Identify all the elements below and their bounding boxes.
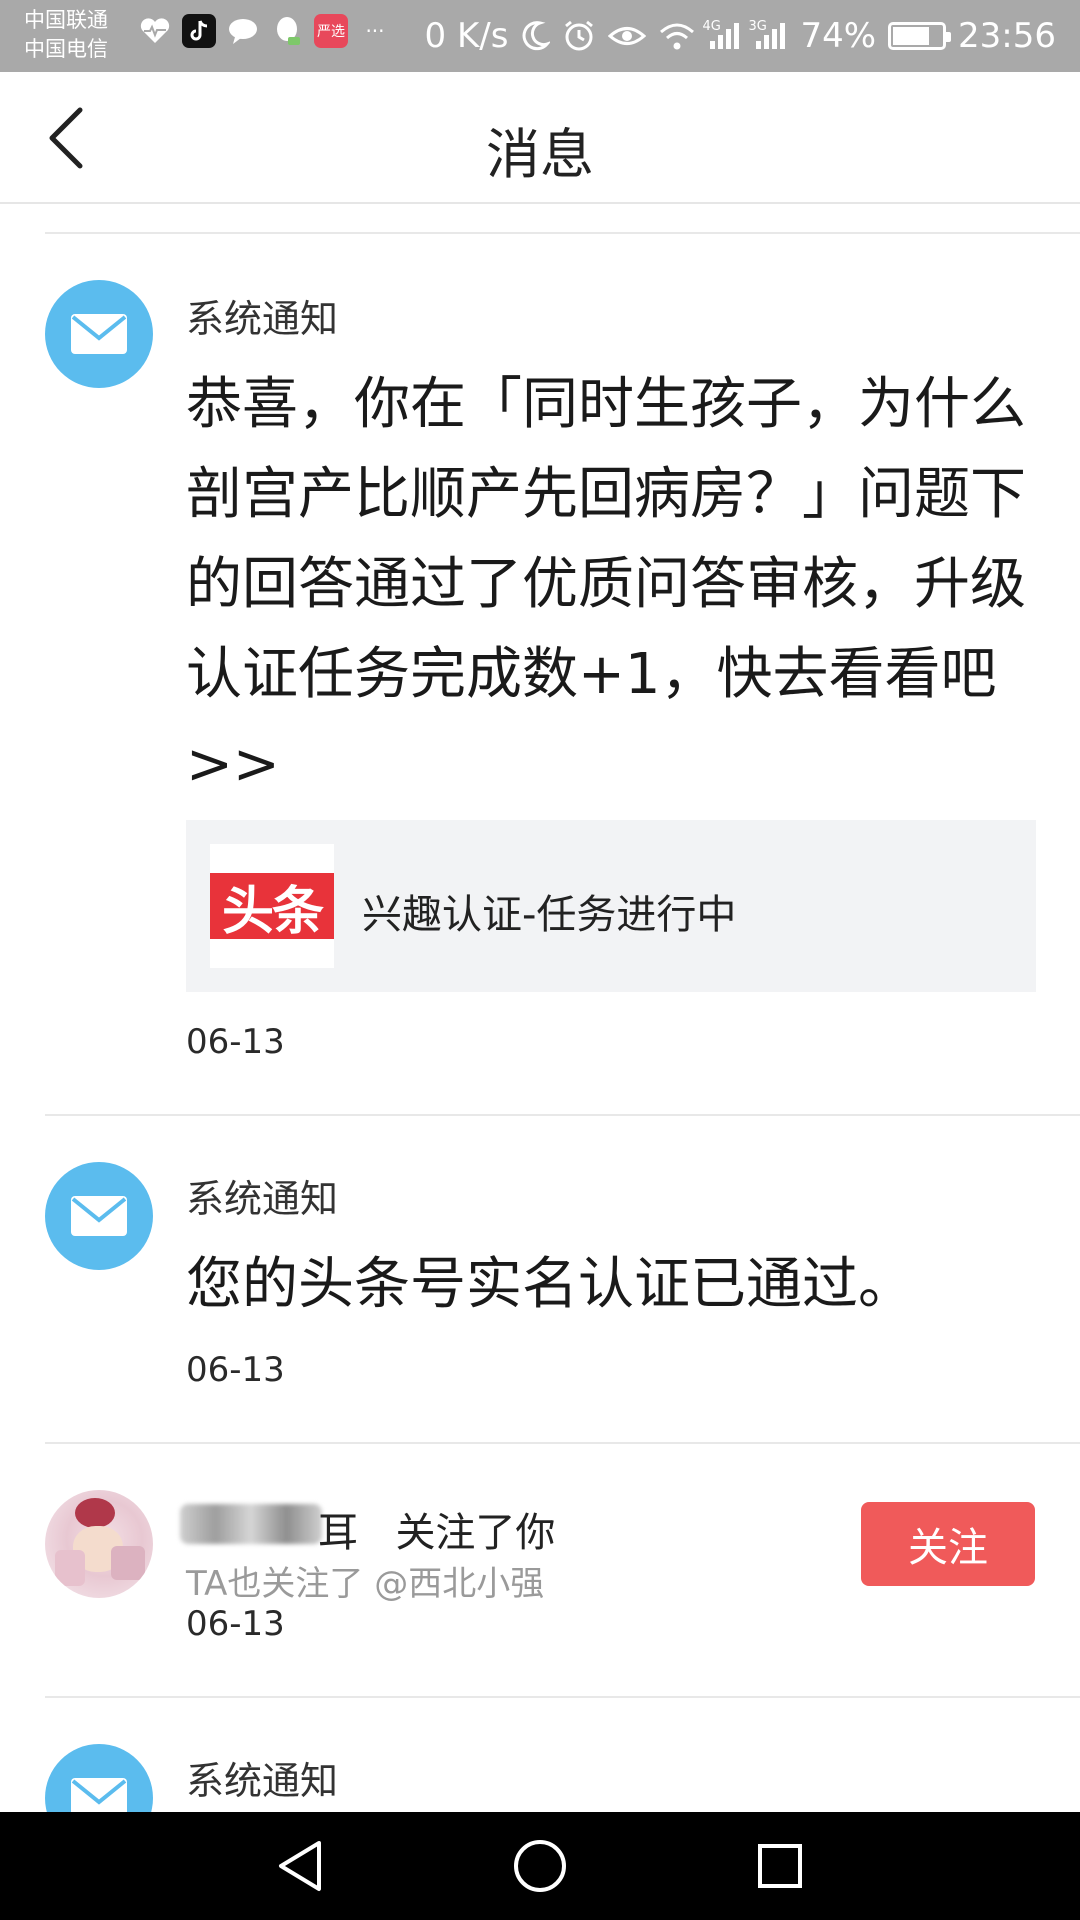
mutual-follow-text[interactable]: TA也关注了 @西北小强 bbox=[186, 1556, 544, 1605]
battery-icon bbox=[888, 22, 952, 50]
message-date: 06-13 bbox=[186, 1604, 285, 1644]
signal-4g: 4G bbox=[702, 19, 742, 51]
yanxuan-label: 严选 bbox=[317, 24, 345, 40]
navigation-bar bbox=[0, 1812, 1080, 1920]
moon-icon bbox=[522, 21, 551, 51]
heart-pulse-icon bbox=[138, 14, 172, 48]
message-list[interactable]: 系统通知 恭喜，你在「同时生孩子，为什么剖宫产比顺产先回病房？」问题下的回答通过… bbox=[0, 204, 1080, 1812]
circle-home-icon bbox=[514, 1840, 566, 1892]
notification-icons: 严选 ··· bbox=[138, 14, 392, 48]
envelope-icon bbox=[71, 1778, 127, 1812]
task-card[interactable]: 头条 兴趣认证-任务进行中 bbox=[186, 820, 1036, 992]
alarm-icon bbox=[565, 20, 594, 51]
signal-3g: 3G bbox=[748, 19, 788, 51]
follow-button[interactable]: 关注 bbox=[861, 1502, 1035, 1586]
nav-home-button[interactable] bbox=[510, 1836, 570, 1896]
signal-4g-label: 4G bbox=[702, 19, 721, 34]
divider bbox=[45, 1696, 1080, 1698]
nav-recents-button[interactable] bbox=[750, 1836, 810, 1896]
carrier-info: 中国联通 中国电信 bbox=[24, 6, 108, 64]
battery-fill bbox=[893, 27, 929, 45]
avatar-bow bbox=[75, 1498, 115, 1528]
envelope-icon bbox=[71, 314, 127, 354]
message-body[interactable]: 恭喜，你在「同时生孩子，为什么剖宫产比顺产先回病房？」问题下的回答通过了优质问答… bbox=[186, 360, 1026, 810]
clock: 23:56 bbox=[958, 16, 1056, 56]
battery-percent: 74% bbox=[800, 16, 877, 56]
triangle-back-icon bbox=[279, 1841, 321, 1891]
avatar-pixel bbox=[55, 1550, 85, 1586]
signal-3g-label: 3G bbox=[748, 19, 767, 34]
follow-action: 关注了你 bbox=[395, 1510, 556, 1556]
mail-avatar bbox=[45, 1162, 153, 1270]
more-icon: ··· bbox=[358, 14, 392, 48]
tiktok-icon bbox=[182, 14, 216, 48]
nav-back-button[interactable] bbox=[270, 1836, 330, 1896]
net-speed: 0 K/s bbox=[424, 16, 509, 56]
message-date: 06-13 bbox=[186, 1350, 285, 1390]
carrier-1: 中国联通 bbox=[24, 8, 108, 32]
message-date: 06-13 bbox=[186, 1022, 285, 1062]
sender-name: 系统通知 bbox=[186, 1759, 339, 1803]
chat-icon bbox=[226, 14, 260, 48]
username-suffix[interactable]: 耳 bbox=[318, 1510, 358, 1556]
divider bbox=[45, 1442, 1080, 1444]
eye-icon bbox=[608, 27, 647, 45]
user-avatar[interactable] bbox=[45, 1490, 153, 1598]
envelope-icon bbox=[71, 1196, 127, 1236]
status-bar: 中国联通 中国电信 严选 ··· 0 K/s 4G 3G 74% 23:56 bbox=[0, 0, 1080, 72]
divider bbox=[45, 1114, 1080, 1116]
card-text: 兴趣认证-任务进行中 bbox=[362, 892, 737, 938]
sender-name: 系统通知 bbox=[186, 297, 339, 341]
qq-icon bbox=[270, 14, 304, 48]
yanxuan-icon: 严选 bbox=[314, 14, 348, 48]
avatar-pixel bbox=[111, 1546, 145, 1580]
square-recents-icon bbox=[758, 1844, 802, 1888]
toutiao-logo-text: 头条 bbox=[210, 873, 334, 942]
more-label: ··· bbox=[365, 19, 385, 43]
mail-avatar bbox=[45, 1744, 153, 1812]
status-right: 0 K/s 4G 3G 74% 23:56 bbox=[425, 0, 1056, 72]
page-title: 消息 bbox=[486, 123, 594, 186]
mail-avatar bbox=[45, 280, 153, 388]
wifi-icon bbox=[660, 23, 695, 50]
title-bar: 消息 bbox=[0, 72, 1080, 204]
toutiao-logo: 头条 bbox=[210, 844, 334, 968]
carrier-2: 中国电信 bbox=[24, 37, 108, 61]
sender-name: 系统通知 bbox=[186, 1177, 339, 1221]
follow-text: 耳 关注了你 bbox=[318, 1500, 555, 1558]
divider bbox=[45, 232, 1080, 234]
message-body[interactable]: 您的头条号实名认证已通过。 bbox=[186, 1240, 1026, 1330]
blurred-username[interactable] bbox=[180, 1504, 322, 1544]
